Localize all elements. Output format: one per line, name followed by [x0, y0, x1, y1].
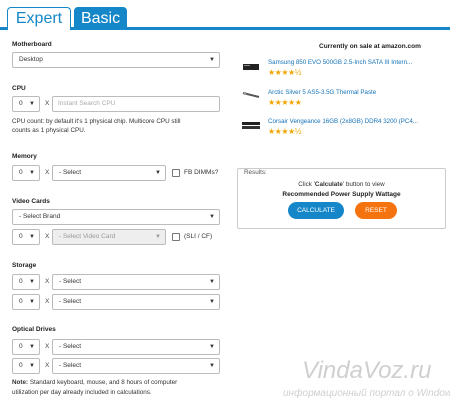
- storage-select-2[interactable]: - Select ▼: [52, 294, 220, 310]
- video-quantity-select[interactable]: 0 ▼: [12, 229, 40, 245]
- multiply-sign: X: [45, 343, 50, 350]
- sli-cf-label: (SLI / CF): [184, 233, 213, 240]
- fb-dimms-label: FB DIMMs?: [184, 169, 219, 176]
- product-link-1[interactable]: Samsung 850 EVO 500GB 2.5-Inch SATA III …: [268, 59, 420, 66]
- chevron-down-icon: ▼: [209, 57, 215, 63]
- watermark-subtitle: информационный портал о Windows: [283, 388, 450, 399]
- ram-product-image[interactable]: [241, 120, 261, 130]
- multiply-sign: X: [45, 169, 50, 176]
- video-card-value: - Select Video Card: [59, 233, 116, 240]
- motherboard-label: Motherboard: [12, 41, 52, 48]
- chevron-down-icon: ▼: [155, 170, 161, 176]
- optical-quantity-select-1[interactable]: 0 ▼: [12, 339, 40, 355]
- optical-drives-label: Optical Drives: [12, 326, 56, 333]
- chevron-down-icon: ▼: [29, 363, 35, 369]
- optical-quantity-value: 0: [19, 362, 23, 369]
- video-cards-label: Video Cards: [12, 198, 50, 205]
- chevron-down-icon: ▼: [29, 299, 35, 305]
- optical-quantity-select-2[interactable]: 0 ▼: [12, 358, 40, 374]
- video-brand-value: - Select Brand: [19, 213, 61, 220]
- product-link-2[interactable]: Arctic Silver 5 AS5-3.5G Thermal Paste: [268, 89, 420, 96]
- ssd-product-image[interactable]: [241, 62, 261, 72]
- chevron-down-icon: ▼: [29, 170, 35, 176]
- note-text: Standard keyboard, mouse, and 8 hours of…: [28, 379, 178, 386]
- sli-cf-checkbox[interactable]: [172, 233, 180, 241]
- motherboard-select-value: Desktop: [19, 56, 43, 63]
- cpu-search-input[interactable]: Instant Search CPU: [52, 96, 220, 112]
- results-instruction-bold: Calculate: [314, 181, 343, 188]
- product-rating-2: ★★★★★: [268, 98, 302, 107]
- multiply-sign: X: [45, 233, 50, 240]
- results-instruction-post: ' button to view: [342, 181, 385, 188]
- cpu-label: CPU: [12, 85, 26, 92]
- thermal-paste-product-image[interactable]: [241, 90, 261, 100]
- storage-select-value: - Select: [59, 278, 82, 285]
- results-instruction: Click 'Calculate' button to view: [238, 181, 445, 188]
- watermark-title: VindaVoz.ru: [302, 357, 432, 384]
- memory-select-value: - Select: [59, 169, 82, 176]
- results-panel: [237, 168, 446, 229]
- storage-quantity-value: 0: [19, 298, 23, 305]
- memory-label: Memory: [12, 153, 37, 160]
- memory-quantity-select[interactable]: 0 ▼: [12, 165, 40, 181]
- chevron-down-icon: ▼: [209, 363, 215, 369]
- sale-title: Currently on sale at amazon.com: [319, 43, 421, 50]
- storage-select-value: - Select: [59, 298, 82, 305]
- multiply-sign: X: [45, 362, 50, 369]
- multiply-sign: X: [45, 278, 50, 285]
- memory-select[interactable]: - Select ▼: [52, 165, 166, 181]
- fb-dimms-checkbox[interactable]: [172, 169, 180, 177]
- storage-quantity-select-2[interactable]: 0 ▼: [12, 294, 40, 310]
- tab-bar: Expert Basic: [0, 0, 450, 30]
- video-quantity-value: 0: [19, 233, 23, 240]
- optical-select-1[interactable]: - Select ▼: [52, 339, 220, 355]
- chevron-down-icon: ▼: [209, 279, 215, 285]
- chevron-down-icon: ▼: [29, 344, 35, 350]
- optical-select-2[interactable]: - Select ▼: [52, 358, 220, 374]
- motherboard-select[interactable]: Desktop ▼: [12, 52, 220, 68]
- product-rating-1: ★★★★½: [268, 68, 301, 77]
- multiply-sign: X: [45, 100, 50, 107]
- tab-expert[interactable]: Expert: [7, 7, 71, 30]
- calculate-button[interactable]: CALCULATE: [288, 202, 344, 219]
- optical-select-value: - Select: [59, 362, 82, 369]
- chevron-down-icon: ▼: [155, 234, 161, 240]
- storage-label: Storage: [12, 262, 37, 269]
- chevron-down-icon: ▼: [29, 101, 35, 107]
- memory-quantity-value: 0: [19, 169, 23, 176]
- tab-basic[interactable]: Basic: [74, 7, 127, 30]
- results-heading: Recommended Power Supply Wattage: [282, 191, 401, 198]
- video-brand-select[interactable]: - Select Brand ▼: [12, 209, 220, 225]
- cpu-quantity-select[interactable]: 0 ▼: [12, 96, 40, 112]
- optical-select-value: - Select: [59, 343, 82, 350]
- product-rating-3: ★★★★½: [268, 127, 301, 136]
- reset-button[interactable]: RESET: [355, 202, 397, 219]
- results-instruction-pre: Click ': [298, 181, 315, 188]
- chevron-down-icon: ▼: [209, 214, 215, 220]
- note-line1: Note: Standard keyboard, mouse, and 8 ho…: [12, 378, 177, 387]
- cpu-quantity-value: 0: [19, 100, 23, 107]
- results-title: Results:: [244, 169, 267, 176]
- chevron-down-icon: ▼: [29, 279, 35, 285]
- product-link-3[interactable]: Corsair Vengeance 16GB (2x8GB) DDR4 3200…: [268, 118, 420, 125]
- storage-quantity-value: 0: [19, 278, 23, 285]
- cpu-search-placeholder: Instant Search CPU: [58, 100, 116, 107]
- storage-quantity-select-1[interactable]: 0 ▼: [12, 274, 40, 290]
- video-card-select[interactable]: - Select Video Card ▼: [52, 229, 166, 245]
- cpu-note-line2: counts as 1 physical CPU.: [12, 127, 86, 134]
- cpu-note-line1: CPU count: by default it's 1 physical ch…: [12, 118, 181, 125]
- note-bold: Note:: [12, 379, 29, 386]
- optical-quantity-value: 0: [19, 343, 23, 350]
- note-line2: utilization per day already included in …: [12, 389, 152, 396]
- chevron-down-icon: ▼: [29, 234, 35, 240]
- chevron-down-icon: ▼: [209, 299, 215, 305]
- multiply-sign: X: [45, 298, 50, 305]
- storage-select-1[interactable]: - Select ▼: [52, 274, 220, 290]
- chevron-down-icon: ▼: [209, 344, 215, 350]
